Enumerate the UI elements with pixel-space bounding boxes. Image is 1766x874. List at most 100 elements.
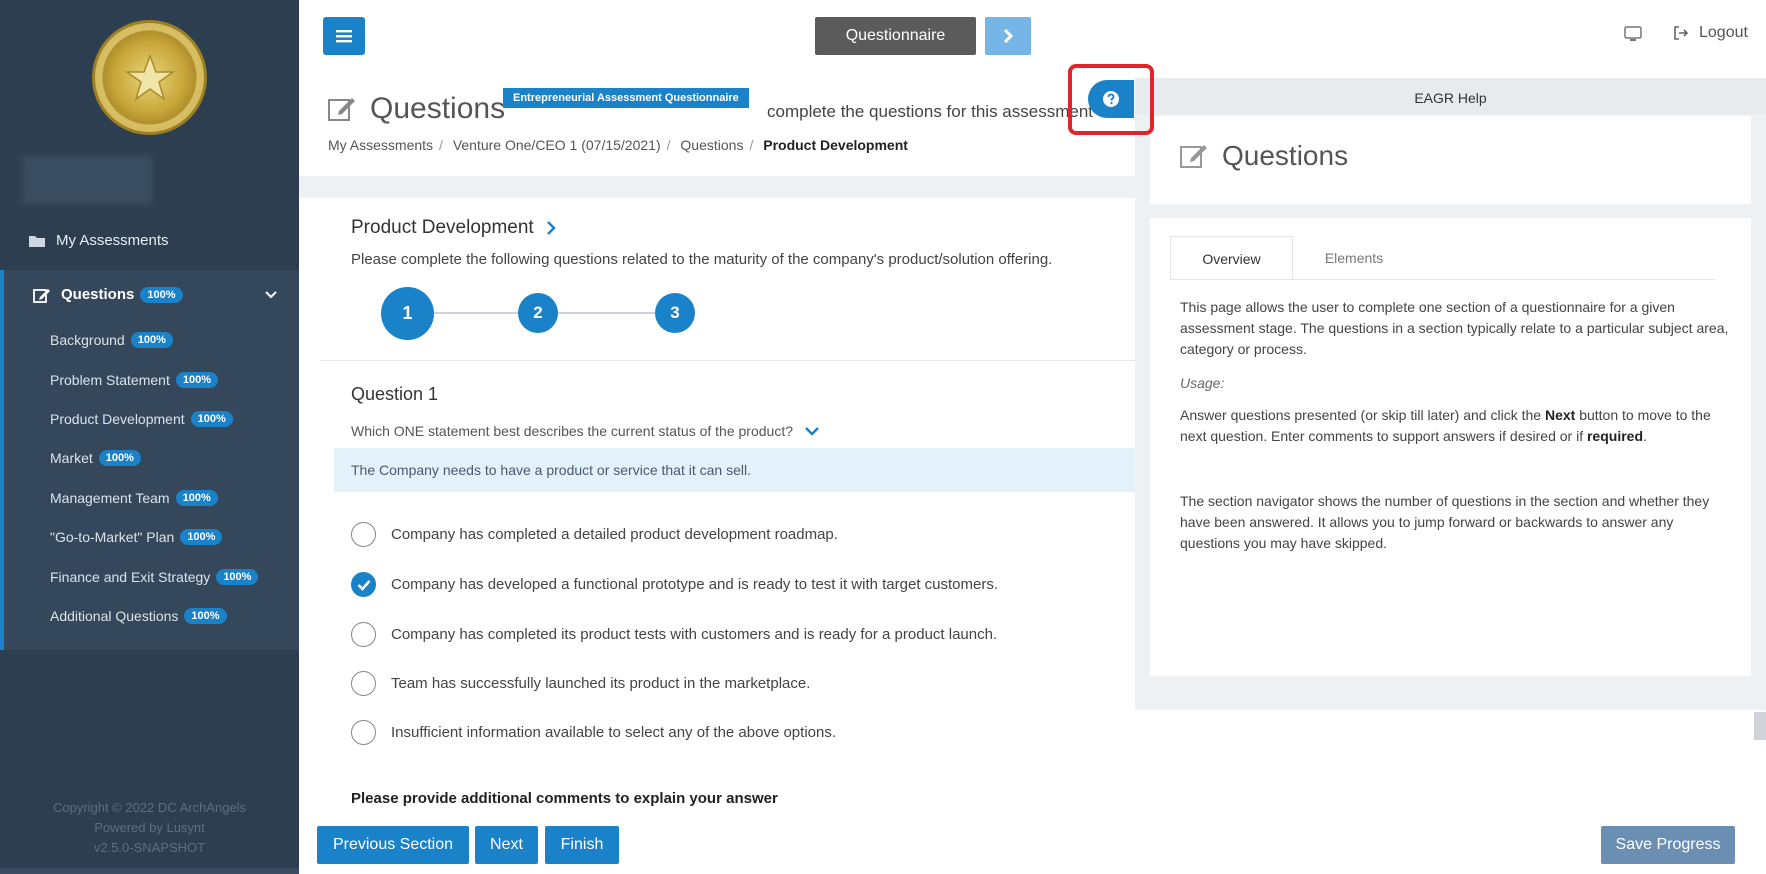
radio-button[interactable] [351,622,376,647]
radio-button[interactable] [351,671,376,696]
next-step-button[interactable] [985,17,1031,55]
answer-option-5[interactable]: Insufficient information available to se… [351,720,836,745]
sidebar-item-background[interactable]: Background 100% [50,332,173,348]
progress-badge: 100% [184,608,227,624]
divider [320,360,1135,361]
radio-button[interactable] [351,720,376,745]
answer-option-3[interactable]: Company has completed its product tests … [351,622,997,647]
menu-toggle-button[interactable] [323,17,365,55]
user-info-blurred [22,155,152,205]
help-paragraph-3: The section navigator shows the number o… [1180,493,1710,551]
right-gutter [1135,710,1766,818]
copyright: Copyright © 2022 DC ArchAngels Powered b… [0,798,299,858]
sidebar-item-label: Questions [61,286,135,303]
logout-link[interactable]: Logout [1673,24,1748,42]
breadcrumb-questions[interactable]: Questions [680,137,743,153]
sidebar-item-label: Background [50,332,125,348]
finish-button[interactable]: Finish [545,826,619,864]
progress-badge: 100% [98,450,141,466]
help-title: Questions [1222,140,1349,171]
step-3[interactable]: 3 [655,293,695,333]
option-label: Company has developed a functional proto… [391,576,999,593]
option-label: Company has completed a detailed product… [391,526,838,543]
logout-label: Logout [1699,24,1748,41]
questionnaire-button[interactable]: Questionnaire [815,17,976,55]
sidebar-item-my-assessments[interactable]: My Assessments [28,232,288,249]
page-title: Questions [370,92,506,125]
edit-icon [328,98,355,121]
sidebar-item-management-team[interactable]: Management Team 100% [50,490,218,506]
section-description: Please complete the following questions … [351,251,1053,268]
sidebar-item-finance-exit-strategy[interactable]: Finance and Exit Strategy 100% [50,569,259,585]
copyright-line: Copyright © 2022 DC ArchAngels [52,800,247,815]
save-progress-button[interactable]: Save Progress [1601,826,1735,864]
question-hint: The Company needs to have a product or s… [334,448,1135,492]
help-text-part: . [1643,428,1647,444]
topbar [299,0,1766,70]
questions-group [0,270,299,650]
edit-icon [1180,145,1207,168]
progress-badge: 100% [175,372,218,388]
sidebar-item-label: Product Development [50,411,185,427]
sidebar-footer-strip [0,868,299,874]
option-label: Insufficient information available to se… [391,724,836,741]
chevron-right-icon [546,221,556,235]
section-title[interactable]: Product Development [351,217,556,239]
sidebar-item-product-development[interactable]: Product Development 100% [50,411,233,427]
star-icon [124,53,175,101]
scrollbar-thumb[interactable] [1754,712,1766,740]
sidebar-item-go-to-market-plan[interactable]: "Go-to-Market" Plan 100% [50,529,223,545]
chevron-down-icon[interactable] [265,290,277,299]
page-description: complete the questions for this assessme… [767,102,1093,121]
folder-icon [29,235,45,247]
sidebar-item-label: Market [50,450,93,466]
progress-badge: 100% [130,332,173,348]
sidebar-item-additional-questions[interactable]: Additional Questions 100% [50,608,227,624]
monitor-icon[interactable] [1624,26,1642,42]
sidebar-item-label: Problem Statement [50,372,170,388]
tab-elements[interactable]: Elements [1293,236,1415,280]
breadcrumb-venture[interactable]: Venture One/CEO 1 (07/15/2021) [453,137,661,153]
help-text-part: Answer questions presented (or skip till… [1180,407,1545,423]
tab-overview[interactable]: Overview [1170,236,1293,280]
breadcrumb-current: Product Development [763,137,908,153]
help-text-bold: Next [1544,407,1576,423]
progress-badge: 100% [140,286,183,303]
comments-label: Please provide additional comments to ex… [351,790,778,807]
chevron-right-icon [1003,28,1014,44]
archangels-logo [92,20,207,135]
progress-badge: 100% [180,529,223,545]
radio-button[interactable] [351,522,376,547]
breadcrumb-my-assessments[interactable]: My Assessments [328,137,433,153]
option-label: Company has completed its product tests … [391,626,998,643]
answer-option-1[interactable]: Company has completed a detailed product… [351,522,838,547]
answer-option-2[interactable]: Company has developed a functional proto… [351,572,998,597]
answer-option-4[interactable]: Team has successfully launched its produ… [351,671,810,696]
checkmark-icon [357,579,370,591]
sidebar-item-problem-statement[interactable]: Problem Statement 100% [50,372,218,388]
step-2[interactable]: 2 [518,293,558,333]
sidebar-item-market[interactable]: Market 100% [50,450,141,466]
highlight-annotation [1068,64,1154,135]
help-text-bold: required [1586,428,1643,444]
sidebar-item-label: Additional Questions [50,608,179,624]
next-button[interactable]: Next [475,826,538,864]
progress-badge: 100% [190,411,233,427]
chevron-down-icon[interactable] [805,426,819,436]
radio-button-checked[interactable] [351,572,376,597]
question-text-label: Which ONE statement best describes the c… [351,423,793,439]
sidebar-item-label: "Go-to-Market" Plan [50,529,175,545]
tab-divider [1170,279,1715,280]
step-1[interactable]: 1 [381,287,434,340]
previous-section-button[interactable]: Previous Section [317,826,469,864]
sidebar-item-label: My Assessments [56,232,169,249]
powered-by-line: Powered by Lusynt [94,820,205,835]
sidebar-item-questions[interactable]: Questions 100% [33,286,283,303]
content-gap [299,176,1135,198]
help-usage-label: Usage: [1180,373,1735,394]
help-paragraph-1: This page allows the user to complete on… [1180,299,1729,357]
question-text: Which ONE statement best describes the c… [351,423,819,439]
version-line: v2.5.0-SNAPSHOT [93,840,206,855]
sidebar: My Assessments Questions 100% Background… [0,0,299,874]
edit-icon [33,288,50,303]
